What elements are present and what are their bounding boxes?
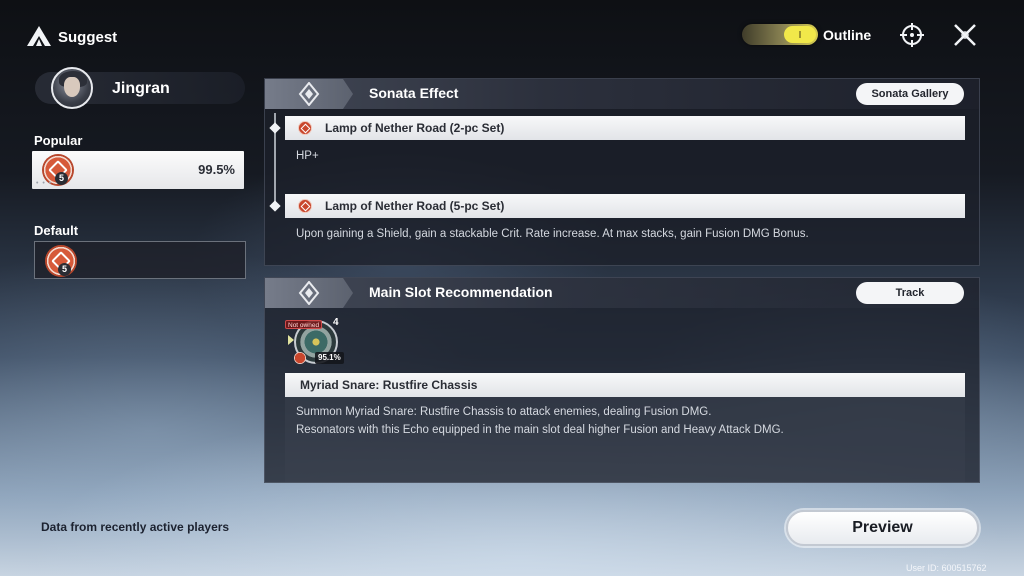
avatar[interactable] [51,67,93,109]
default-build-card[interactable]: 5 [34,241,246,279]
echo-card[interactable]: Not owned 4 95.1% [285,317,347,369]
outline-label: Outline [823,27,872,43]
not-owned-badge: Not owned [285,320,323,329]
set-name: Lamp of Nether Road (5-pc Set) [325,199,505,213]
main-slot-panel: Main Slot Recommendation Track Not owned… [264,277,980,483]
default-label: Default [34,223,79,238]
crosshair-icon[interactable] [898,21,926,49]
sonata-effect-panel: Sonata Effect Sonata Gallery Lamp of Net… [264,78,980,266]
echo-description-line: Summon Myriad Snare: Rustfire Chassis to… [296,406,712,418]
popular-build-card[interactable]: 5 99.5% • • • [32,151,244,189]
page-title: Suggest [58,29,118,46]
echo-percent: 95.1% [315,352,344,364]
sonata-emblem-icon [265,79,353,109]
panel-header: Sonata Effect Sonata Gallery [265,79,979,109]
popular-label: Popular [34,133,83,148]
timeline-node [269,122,281,134]
echo-name: Myriad Snare: Rustfire Chassis [300,378,478,392]
set-description: Upon gaining a Shield, gain a stackable … [296,228,809,240]
set-bar-2pc: Lamp of Nether Road (2-pc Set) [285,116,965,140]
echo-name-bar: Myriad Snare: Rustfire Chassis [285,373,965,397]
close-icon[interactable] [951,21,979,49]
sonata-count: 5 [58,263,71,276]
set-name: Lamp of Nether Road (2-pc Set) [325,121,505,135]
toggle-knob [784,26,816,43]
user-id: User ID: 600515762 [906,563,987,573]
timeline-node [269,200,281,212]
sonata-effect-title: Sonata Effect [369,85,459,101]
preview-button[interactable]: Preview [786,510,979,546]
sonata-gallery-button[interactable]: Sonata Gallery [856,83,964,105]
track-button[interactable]: Track [856,282,964,304]
popular-percent: 99.5% [198,162,235,177]
set-bar-5pc: Lamp of Nether Road (5-pc Set) [285,194,965,218]
data-source-note: Data from recently active players [41,520,230,534]
lamp-of-nether-road-icon [298,121,312,135]
logo-icon [26,25,52,49]
echo-description: Summon Myriad Snare: Rustfire Chassis to… [296,403,784,439]
panel-header: Main Slot Recommendation Track [265,278,979,308]
echo-cost: 4 [333,317,339,328]
set-description: HP+ [296,150,319,162]
lamp-of-nether-road-icon [298,199,312,213]
sonata-count: 5 [55,172,68,185]
sonata-emblem-icon [265,278,353,308]
outline-toggle[interactable] [742,24,818,45]
main-slot-title: Main Slot Recommendation [369,284,553,300]
echo-description-line: Resonators with this Echo equipped in th… [296,424,784,436]
character-name: Jingran [112,80,170,97]
lamp-of-nether-road-icon [294,352,306,364]
